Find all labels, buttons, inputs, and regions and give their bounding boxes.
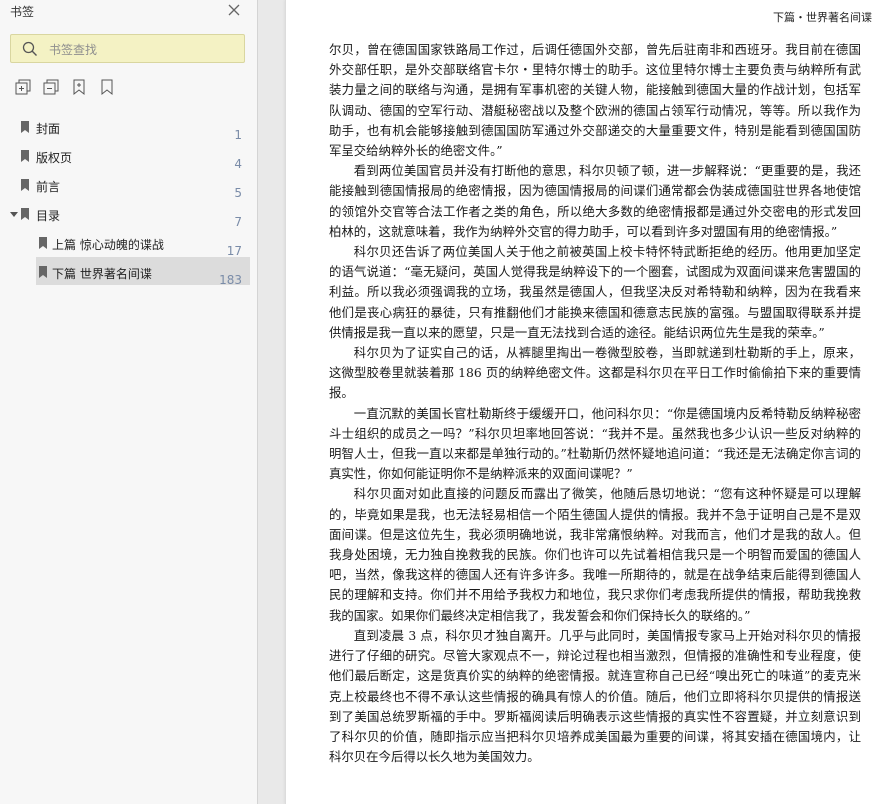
add-bookmark-icon[interactable]: [70, 78, 88, 96]
bookmark-item-page: 5: [234, 186, 242, 200]
bookmark-item-label: 下篇 世界著名间谍: [52, 267, 152, 281]
bookmark-item-icon: [39, 266, 47, 278]
bookmark-item-label: 目录: [36, 209, 61, 223]
expand-bookmarks-icon[interactable]: [14, 78, 32, 96]
bookmark-item-page: 183: [219, 273, 242, 287]
paragraph: 尔贝，曾在德国国家铁路局工作过，后调任德国外交部，曾先后驻南非和西班牙。我目前在…: [329, 42, 861, 159]
collapse-bookmarks-icon[interactable]: [42, 78, 60, 96]
close-icon[interactable]: [226, 2, 242, 18]
search-icon: [22, 41, 37, 56]
running-head: 下篇・世界著名间谍: [773, 11, 872, 24]
bookmark-item-icon: [21, 150, 29, 162]
bookmark-item-label: 上篇 惊心动魄的谍战: [52, 238, 164, 252]
bookmark-item-contents[interactable]: 目录 7: [0, 199, 250, 229]
bookmark-item-label: 前言: [36, 180, 61, 194]
bookmark-search-box[interactable]: [10, 34, 245, 63]
bookmark-item-icon: [21, 121, 29, 133]
paragraph: 一直沉默的美国长官杜勒斯终于缓缓开口，他问科尔贝：“你是德国境内反希特勒反纳粹秘…: [329, 405, 861, 482]
panel-title: 书签: [10, 5, 35, 19]
bookmark-item-page: 1: [234, 128, 242, 142]
bookmark-item-page: 4: [234, 157, 242, 171]
paragraph: 科尔贝为了证实自己的话，从裤腿里掏出一卷微型胶卷，当即就递到杜勒斯的手上，原来，…: [329, 345, 861, 401]
document-view[interactable]: 下篇・世界著名间谍 尔贝，曾在德国国家铁路局工作过，后调任德国外交部，曾先后驻南…: [259, 0, 879, 804]
paragraph: 看到两位美国官员并没有打断他的意思，科尔贝顿了顿，进一步解释说：“更重要的是，我…: [329, 163, 861, 239]
chevron-down-icon[interactable]: [10, 212, 18, 217]
bookmark-item-part-one[interactable]: 上篇 惊心动魄的谍战 17: [36, 228, 250, 258]
bookmark-item-part-two[interactable]: 下篇 世界著名间谍 183: [36, 257, 250, 287]
bookmark-item-preface[interactable]: 前言 5: [20, 170, 250, 200]
bookmark-item-icon: [21, 208, 29, 220]
bookmark-icon[interactable]: [98, 78, 116, 96]
bookmark-item-label: 版权页: [36, 151, 73, 165]
bookmark-search-input[interactable]: [47, 40, 241, 60]
paragraph: 科尔贝还告诉了两位美国人关于他之前被英国上校卡特怀特武断拒绝的经历。他用更加坚定…: [329, 244, 861, 340]
paragraph: 科尔贝面对如此直接的问题反而露出了微笑，他随后恳切地说：“您有这种怀疑是可以理解…: [329, 486, 861, 623]
bookmark-item-label: 封面: [36, 122, 61, 136]
bookmark-item-icon: [21, 179, 29, 191]
page-body: 尔贝，曾在德国国家铁路局工作过，后调任德国外交部，曾先后驻南非和西班牙。我目前在…: [329, 40, 861, 767]
bookmark-item-copyright[interactable]: 版权页 4: [20, 141, 250, 171]
bookmark-item-cover[interactable]: 封面 1: [20, 112, 250, 142]
paragraph: 直到凌晨 3 点，科尔贝才独自离开。几乎与此同时，美国情报专家马上开始对科尔贝的…: [329, 627, 861, 765]
bookmark-panel: 书签 封面 1 版权页 4: [0, 0, 258, 804]
bookmark-item-page: 17: [226, 244, 242, 258]
document-page: 下篇・世界著名间谍 尔贝，曾在德国国家铁路局工作过，后调任德国外交部，曾先后驻南…: [285, 0, 879, 804]
bookmark-item-page: 7: [234, 215, 242, 229]
bookmark-item-icon: [39, 237, 47, 249]
